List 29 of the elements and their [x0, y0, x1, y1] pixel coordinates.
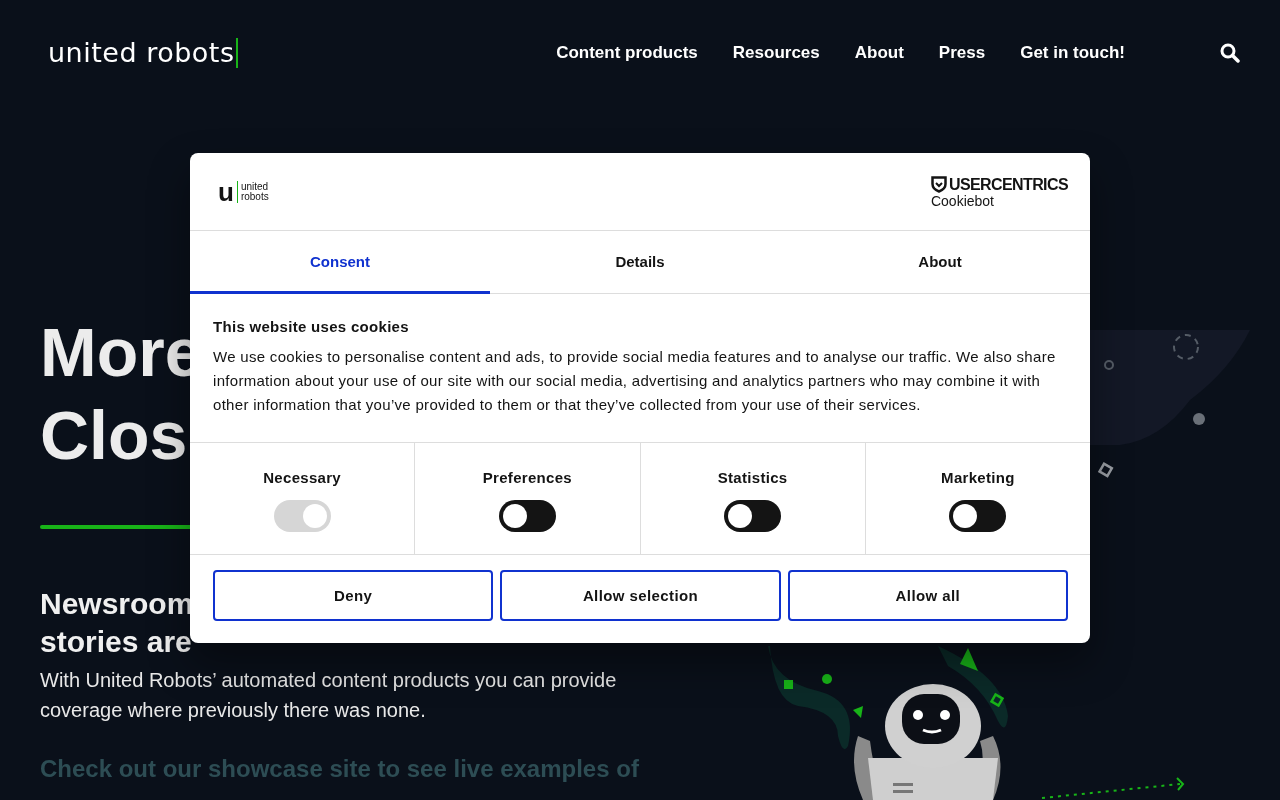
consent-button[interactable]: Allow selection	[500, 570, 781, 621]
category-label: Necessary	[263, 469, 341, 486]
search-icon[interactable]	[1220, 43, 1240, 63]
nav-link[interactable]: Content products	[556, 43, 698, 63]
dialog-tab[interactable]: Consent	[190, 231, 490, 294]
category-label: Preferences	[482, 469, 572, 486]
nav-link[interactable]: Get in touch!	[1020, 43, 1125, 63]
hero-heading: Clos	[40, 396, 188, 475]
dialog-text: We use cookies to personalise content and ads, to provide social media features and to analyse our traffic. We also share information about your use of our site with our social media, advertising and analytics partners who may combine it with other information that you’ve provided to them or that they’ve collected from your use of their services.	[213, 347, 1057, 415]
dialog-title: This website uses cookies	[213, 318, 410, 335]
category-label: Statistics	[717, 469, 788, 486]
hero-subheading: Newsroom	[40, 586, 194, 622]
brand-subtitle: Cookiebot	[930, 193, 995, 208]
toggle-switch[interactable]	[498, 500, 556, 532]
hero-subheading: stories are	[40, 624, 192, 660]
consent-button[interactable]: Deny	[213, 570, 494, 621]
consent-button[interactable]: Allow all	[787, 570, 1068, 621]
nav-link[interactable]: Resources	[732, 43, 820, 63]
toggle-switch[interactable]	[724, 500, 782, 532]
shield-icon	[930, 176, 947, 193]
dialog-tab[interactable]: Details	[490, 231, 790, 294]
category-label: Marketing	[941, 469, 1015, 486]
nav-link[interactable]: Press	[938, 43, 986, 63]
brand-name: USERCENTRICS	[948, 175, 1068, 194]
hero-paragraph: With United Robots’ automated content products you can provide coverage where previously there was none.	[40, 668, 618, 723]
site-logo[interactable]: united robots	[48, 38, 239, 68]
nav-link[interactable]: About	[854, 43, 904, 63]
dialog-tab[interactable]: About	[790, 231, 1090, 294]
toggle-switch[interactable]	[949, 500, 1007, 532]
